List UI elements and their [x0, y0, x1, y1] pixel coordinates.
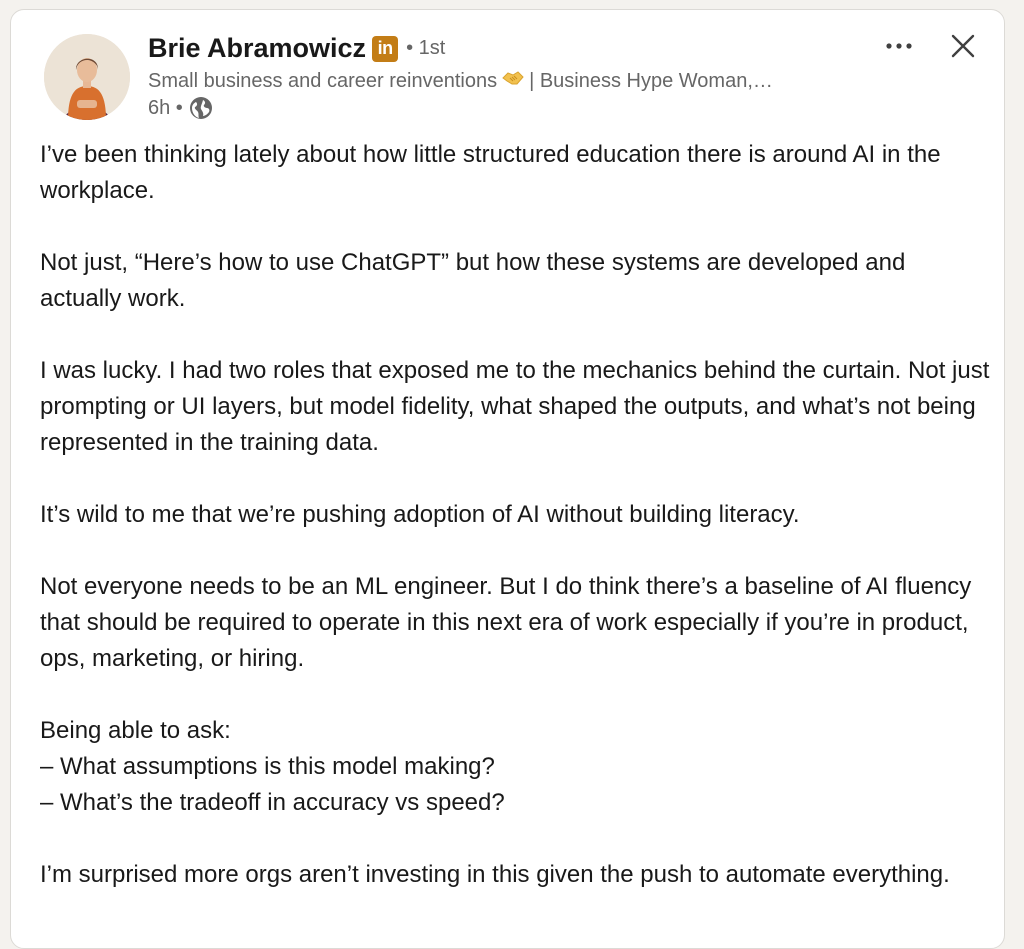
close-button[interactable]: [947, 30, 979, 62]
close-icon: [951, 34, 975, 58]
list-intro: Being able to ask:: [40, 717, 231, 744]
post-paragraph: Not just, “Here’s how to use ChatGPT” bu…: [40, 249, 906, 312]
author-headline: Small business and career reinventions |…: [148, 69, 773, 93]
post-time: 6h •: [148, 96, 183, 119]
author-name-row: Brie Abramowicz in • 1st: [148, 33, 445, 64]
connection-degree: • 1st: [406, 37, 446, 59]
list-item: – What’s the tradeoff in accuracy vs spe…: [40, 789, 505, 816]
author-name[interactable]: Brie Abramowicz: [148, 33, 366, 64]
handshake-icon: [502, 69, 524, 93]
post-paragraph: Not everyone needs to be an ML engineer.…: [40, 573, 972, 672]
avatar[interactable]: [44, 34, 130, 120]
linkedin-premium-badge-icon: in: [372, 35, 399, 62]
more-options-button[interactable]: [879, 30, 919, 62]
post-paragraph: It’s wild to me that we’re pushing adopt…: [40, 501, 800, 528]
post-card: Brie Abramowicz in • 1st Small business …: [10, 9, 1005, 949]
post-body: I’ve been thinking lately about how litt…: [40, 137, 990, 929]
post-meta: 6h •: [148, 96, 213, 120]
headline-text-2: | Business Hype Woman,…: [529, 69, 773, 92]
list-item: – What assumptions is this model making?: [40, 753, 495, 780]
avatar-photo: [44, 34, 130, 120]
post-paragraph: I’m surprised more orgs aren’t investing…: [40, 861, 950, 888]
headline-text-1: Small business and career reinventions: [148, 69, 498, 92]
more-options-icon: [886, 43, 912, 49]
post-paragraph: I’ve been thinking lately about how litt…: [40, 141, 941, 204]
post-paragraph: I was lucky. I had two roles that expose…: [40, 357, 990, 456]
globe-icon: [189, 96, 213, 120]
question-list: Being able to ask: – What assumptions is…: [40, 713, 990, 821]
